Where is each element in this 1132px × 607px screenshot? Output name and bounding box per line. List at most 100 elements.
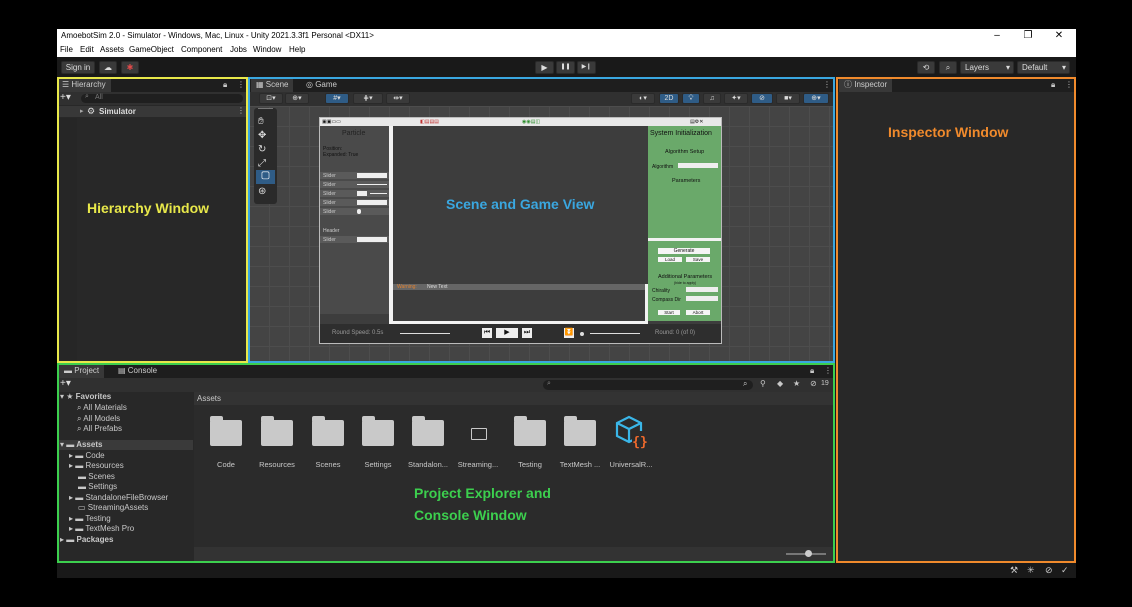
more-icon[interactable]: ⋮	[237, 106, 245, 115]
hierarchy-search-input[interactable]: ⌕ All	[81, 93, 243, 103]
more-icon[interactable]: ⋮	[237, 80, 245, 89]
asset-item-streamingassets[interactable]: Streaming...	[448, 420, 508, 469]
cloud-icon[interactable]: ☁	[99, 61, 117, 74]
mode-icons[interactable]: ◉◉▤◫	[522, 119, 540, 125]
pivot-global-icon[interactable]: ⊕▾	[285, 93, 309, 104]
tool-handle-icon[interactable]: ⊡▾	[259, 93, 283, 104]
grid-visibility-icon[interactable]: ⇹▾	[386, 93, 410, 104]
round-slider-handle[interactable]	[580, 332, 584, 336]
tab-console[interactable]: ▤ Console	[113, 364, 162, 378]
snap-increment-icon[interactable]: ⋕▾	[353, 93, 383, 104]
close-button[interactable]: ✕	[1049, 30, 1069, 42]
tree-item-scenes[interactable]: ▬ Scenes	[78, 472, 115, 481]
toggle-2d-button[interactable]: 2D	[659, 93, 679, 104]
zoom-slider-handle[interactable]	[805, 550, 812, 557]
slider-handle[interactable]	[357, 209, 361, 214]
favorites-node[interactable]: ▾ ★ Favorites	[60, 392, 111, 401]
filter-type-icon[interactable]: ⚲	[760, 379, 766, 388]
hand-tool-icon[interactable]: ✋︎	[258, 116, 264, 127]
history-icon[interactable]: ⟲	[917, 61, 935, 74]
check-icon[interactable]: ✓	[1061, 565, 1069, 576]
project-search-input[interactable]: ⌕	[543, 380, 753, 390]
camera-icon[interactable]: ■▾	[776, 93, 800, 104]
more-icon[interactable]: ⋮	[824, 366, 832, 375]
tab-scene[interactable]: ▦ Scene	[251, 78, 294, 92]
compass-dir-dropdown[interactable]	[686, 296, 718, 301]
rect-tool-icon[interactable]: ▢	[256, 170, 275, 184]
hierarchy-row-simulator[interactable]: ▸ ⚙ Simulator ⋮	[57, 106, 247, 117]
tab-hierarchy[interactable]: ☰ Hierarchy	[57, 78, 111, 92]
asset-item-universal-render-pipeline[interactable]: {} UniversalR...	[601, 414, 661, 469]
menu-assets[interactable]: Assets	[100, 45, 124, 54]
slider-track[interactable]	[357, 184, 387, 185]
favorite-icon[interactable]: ★	[793, 379, 800, 388]
save-button[interactable]: Save	[686, 257, 710, 262]
menu-edit[interactable]: Edit	[80, 45, 94, 54]
window-icons[interactable]: ▤⚙✕	[690, 119, 703, 125]
hidden-objects-icon[interactable]: ⊘	[751, 93, 773, 104]
assets-node[interactable]: ▾ ▬ Assets	[57, 440, 193, 450]
menu-file[interactable]: File	[60, 45, 73, 54]
add-icon[interactable]: +▾	[60, 92, 71, 103]
bug-icon[interactable]: ✳	[1027, 565, 1035, 576]
algorithm-dropdown[interactable]	[678, 163, 718, 168]
debug-icon[interactable]: ⚒	[1010, 565, 1018, 576]
effects-icon[interactable]: ✦▾	[724, 93, 748, 104]
grid-snap-icon[interactable]: #▾	[325, 93, 349, 104]
slider-field[interactable]	[357, 173, 387, 178]
step-button[interactable]: ▶❙	[577, 61, 596, 74]
slider-track[interactable]	[370, 193, 387, 194]
label-icon[interactable]: ◆	[777, 379, 783, 388]
move-tool-icon[interactable]: ✥	[258, 130, 266, 141]
layers-dropdown[interactable]: Layers ▾	[960, 61, 1014, 74]
scene-viewport[interactable]: ✋︎ ✥ ↻ ⤢ ▢ ⊛ ▣▣▭▭ ◧▤▤▤ ◉◉▤◫ ▤⚙✕ Particle	[249, 106, 834, 362]
tab-inspector[interactable]: ⓘ Inspector	[839, 78, 893, 92]
search-filter-icon[interactable]: ⌕	[743, 379, 747, 389]
step-back-icon[interactable]: ⏮	[482, 328, 492, 338]
play-button[interactable]: ▶	[535, 61, 554, 74]
menu-window[interactable]: Window	[253, 45, 281, 54]
lock-icon[interactable]: 🔒︎	[1051, 80, 1055, 90]
load-button[interactable]: Load	[658, 257, 682, 262]
lock-icon[interactable]: 🔒︎	[810, 366, 814, 376]
rotate-tool-icon[interactable]: ↻	[258, 144, 266, 155]
audio-icon[interactable]: ♫	[703, 93, 721, 104]
menu-gameobject[interactable]: GameObject	[129, 45, 174, 54]
tool-icons[interactable]: ◧▤▤▤	[420, 119, 439, 125]
slider-field[interactable]	[357, 237, 387, 242]
tree-item-testing[interactable]: ▸ ▬ Testing	[69, 514, 111, 523]
sign-in-button[interactable]: Sign in	[61, 61, 95, 74]
start-button[interactable]: Start	[658, 310, 680, 315]
slider-row[interactable]: Slider	[320, 172, 389, 179]
screenshot-icon[interactable]: ⏬	[564, 328, 574, 338]
tab-project[interactable]: ▬ Project	[59, 364, 105, 378]
tree-item-standalonefilebrowser[interactable]: ▸ ▬ StandaloneFileBrowser	[69, 493, 168, 502]
hidden-packages-icon[interactable]: ⊘	[810, 379, 817, 388]
transform-tool-icon[interactable]: ⊛	[258, 186, 266, 197]
tree-item-settings[interactable]: ▬ Settings	[78, 482, 117, 491]
speed-slider[interactable]	[400, 333, 450, 334]
search-icon[interactable]: ⌕	[939, 61, 957, 74]
menu-jobs[interactable]: Jobs	[230, 45, 247, 54]
slider-row[interactable]: Slider	[320, 181, 389, 188]
generate-button[interactable]: Generate	[658, 248, 710, 254]
shading-mode-icon[interactable]: ◐▾	[631, 93, 655, 104]
tree-item-resources[interactable]: ▸ ▬ Resources	[69, 461, 124, 470]
slider-row[interactable]: Slider	[320, 199, 389, 206]
slider-row[interactable]: Slider	[320, 208, 389, 215]
maximize-button[interactable]: ❐	[1018, 30, 1038, 42]
minimize-button[interactable]: –	[987, 30, 1007, 42]
more-icon[interactable]: ⋮	[823, 80, 831, 89]
tree-item-streamingassets[interactable]: ▭ StreamingAssets	[78, 503, 148, 512]
lock-icon[interactable]: 🔒︎	[223, 80, 227, 90]
expand-arrow-icon[interactable]: ▸	[80, 107, 84, 115]
step-forward-icon[interactable]: ⏭	[522, 328, 532, 338]
packages-node[interactable]: ▸ ▬ Packages	[60, 535, 113, 544]
more-icon[interactable]: ⋮	[1065, 80, 1073, 89]
lighting-icon[interactable]: 💡︎	[682, 93, 700, 104]
slider-row[interactable]: Slider	[320, 236, 389, 243]
slider-field[interactable]	[357, 200, 387, 205]
tree-item-all-models[interactable]: ⌕ All Models	[77, 414, 120, 424]
tree-item-code[interactable]: ▸ ▬ Code	[69, 451, 105, 460]
tree-item-textmesh-pro[interactable]: ▸ ▬ TextMesh Pro	[69, 524, 134, 533]
